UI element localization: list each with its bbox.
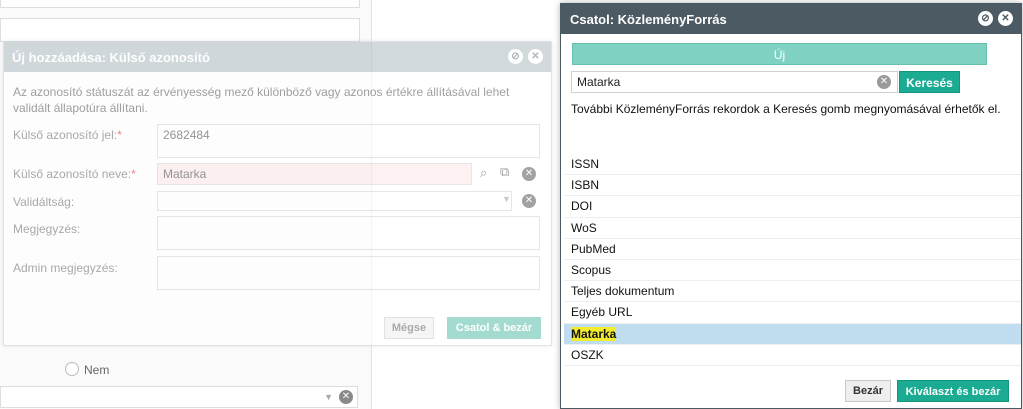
list-item-label: ISBN [571, 178, 600, 193]
list-item[interactable]: OSZK [564, 345, 1021, 366]
list-item[interactable]: PubMed [564, 239, 1021, 260]
list-item[interactable]: DOI [564, 196, 1021, 218]
list-item[interactable]: ISBN [564, 175, 1021, 197]
list-item-label: Matarka [571, 326, 617, 341]
cancel-button[interactable]: Mégse [384, 317, 434, 339]
list-item-label: PubMed [571, 241, 616, 256]
list-item-label: WoS [571, 220, 597, 235]
add-external-id-dialog: Új hozzáadása: Külső azonosító ⊘ ✕ Az az… [3, 41, 552, 346]
dialog-title-bar: Csatol: KözleményForrás ⊘ ✕ [561, 4, 1021, 34]
list-item-label: DOI [571, 199, 593, 214]
validity-select[interactable] [157, 191, 512, 211]
list-item[interactable]: Scopus [564, 260, 1021, 282]
attach-close-button[interactable]: Csatol & bezár [447, 317, 541, 339]
list-item-label: Teljes dokumentum [571, 284, 675, 299]
close-icon[interactable]: ✕ [528, 49, 543, 64]
dialog-title: Új hozzáadása: Külső azonosító [12, 50, 210, 65]
list-item[interactable]: Teljes dokumentum [564, 281, 1021, 303]
hint-text: További KözleményForrás rekordok a Keres… [571, 102, 1001, 116]
new-button[interactable]: Új [572, 43, 987, 65]
external-id-field[interactable]: 2682484 [157, 124, 540, 158]
dialog-title-bar: Új hozzáadása: Külső azonosító ⊘ ✕ [4, 42, 551, 72]
list-item-label: Egyéb URL [571, 305, 633, 320]
external-id-label: Külső azonosító jel:* [13, 128, 122, 142]
list-item[interactable]: Egyéb URL [564, 302, 1021, 324]
list-item-label: ISSN [571, 157, 600, 171]
note-label: Megjegyzés: [13, 222, 81, 236]
search-input[interactable]: Matarka [571, 71, 898, 93]
search-button[interactable]: Keresés [899, 71, 960, 93]
list-item[interactable]: Matarka [564, 323, 1021, 345]
attach-source-dialog: Csatol: KözleményForrás ⊘ ✕ Új Matarka ✕… [560, 3, 1022, 409]
clear-icon[interactable]: ✕ [339, 390, 353, 404]
radio-no[interactable] [65, 362, 79, 376]
minimize-icon[interactable]: ⊘ [508, 49, 523, 64]
clear-icon[interactable]: ✕ [522, 194, 536, 208]
chevron-down-icon: ▼ [502, 194, 511, 204]
external-name-field[interactable]: Matarka [157, 163, 472, 185]
validity-label: Validáltság: [13, 195, 75, 209]
background-field [0, 18, 360, 42]
dialog-title: Csatol: KözleményForrás [570, 12, 727, 27]
note-field[interactable] [157, 216, 540, 250]
info-text: Az azonosító státuszát az érvényesség me… [13, 85, 510, 115]
list-item-label: Scopus [571, 262, 612, 277]
background-select[interactable]: ▼ ✕ [0, 386, 358, 408]
chevron-down-icon: ▼ [324, 392, 333, 402]
external-name-label: Külső azonosító neve:* [13, 167, 136, 181]
open-link-icon[interactable]: ⧉ [500, 164, 509, 180]
clear-icon[interactable]: ✕ [522, 167, 536, 181]
clear-icon[interactable]: ✕ [877, 75, 891, 89]
list-item[interactable]: ISSN [564, 154, 1021, 176]
list-item-label: OSZK [571, 347, 604, 362]
source-list: ISSN ISBN DOI WoS PubMed Scopus Teljes dokumen… [564, 154, 1021, 366]
minimize-icon[interactable]: ⊘ [978, 11, 993, 26]
select-close-button[interactable]: Kiválaszt és bezár [897, 380, 1009, 402]
background-field [0, 0, 360, 8]
radio-no-label: Nem [84, 363, 110, 377]
admin-note-label: Admin megjegyzés: [13, 261, 118, 275]
close-button[interactable]: Bezár [845, 380, 891, 402]
list-item[interactable]: WoS [564, 218, 1021, 239]
search-icon[interactable]: ⌕ [480, 165, 487, 181]
admin-note-field[interactable] [157, 256, 540, 290]
close-icon[interactable]: ✕ [998, 11, 1013, 26]
